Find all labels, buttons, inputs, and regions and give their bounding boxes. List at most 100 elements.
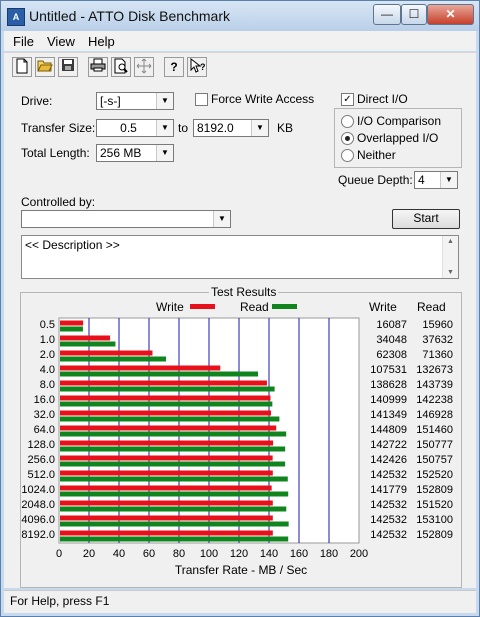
new-icon[interactable] bbox=[12, 57, 32, 77]
maximize-button[interactable]: ☐ bbox=[401, 4, 427, 25]
start-button[interactable]: Start bbox=[392, 209, 460, 229]
y-tick-label: 2048.0 bbox=[21, 498, 55, 511]
chevron-down-icon[interactable]: ▼ bbox=[440, 172, 457, 188]
menu-view[interactable]: View bbox=[47, 34, 75, 49]
status-bar: For Help, press F1 bbox=[4, 590, 476, 613]
io-comparison-radio[interactable] bbox=[341, 115, 354, 128]
chevron-down-icon[interactable]: ▼ bbox=[213, 211, 230, 227]
queue-depth-select[interactable]: 4 ▼ bbox=[414, 171, 458, 189]
chevron-down-icon[interactable]: ▼ bbox=[251, 120, 268, 136]
print-icon[interactable] bbox=[88, 57, 108, 77]
y-tick-label: 0.5 bbox=[39, 318, 55, 331]
scroll-up-icon[interactable]: ▲ bbox=[443, 238, 458, 245]
minimize-button[interactable]: — bbox=[373, 4, 401, 25]
open-icon[interactable] bbox=[35, 57, 55, 77]
read-bar bbox=[60, 491, 289, 497]
client-area: Drive: [-s-] ▼ Force Write Access ✓ Dire… bbox=[4, 82, 476, 588]
read-value: 152520 bbox=[416, 468, 453, 481]
controlled-by-label: Controlled by: bbox=[21, 195, 96, 209]
write-value: 142532 bbox=[370, 513, 407, 526]
transfer-size-from-select[interactable]: 0.5 ▼ bbox=[96, 119, 174, 137]
write-bar bbox=[60, 455, 273, 461]
read-value: 143739 bbox=[416, 378, 453, 391]
save-icon[interactable] bbox=[58, 57, 78, 77]
y-tick-label: 8.0 bbox=[39, 378, 55, 391]
direct-io-checkbox[interactable]: ✓ bbox=[341, 93, 354, 106]
total-length-label: Total Length: bbox=[21, 146, 90, 160]
force-write-access-checkbox[interactable] bbox=[195, 93, 208, 106]
window-title: Untitled - ATTO Disk Benchmark bbox=[29, 8, 230, 24]
queue-depth-label: Queue Depth: bbox=[338, 173, 413, 187]
read-value: 151460 bbox=[416, 423, 453, 436]
help-icon[interactable]: ? bbox=[164, 57, 184, 77]
write-value: 144809 bbox=[370, 423, 407, 436]
scroll-down-icon[interactable]: ▼ bbox=[443, 269, 458, 276]
total-length-select[interactable]: 256 MB ▼ bbox=[96, 144, 174, 162]
controlled-by-select[interactable]: ▼ bbox=[21, 210, 231, 228]
write-bar bbox=[60, 530, 273, 536]
total-length-value: 256 MB bbox=[100, 146, 142, 160]
write-bar bbox=[60, 470, 273, 476]
x-tick-label: 120 bbox=[229, 548, 249, 560]
write-value: 16087 bbox=[376, 318, 407, 331]
read-bar bbox=[60, 356, 167, 362]
transfer-size-to-select[interactable]: 8192.0 ▼ bbox=[193, 119, 269, 137]
direct-io-label: Direct I/O bbox=[357, 92, 408, 106]
to-label: to bbox=[178, 121, 189, 135]
queue-depth-value: 4 bbox=[418, 173, 425, 187]
write-value: 34048 bbox=[376, 333, 407, 346]
description-box[interactable]: << Description >> ▲ ▼ bbox=[21, 235, 459, 279]
write-bar bbox=[60, 440, 274, 446]
context-help-icon[interactable]: ? bbox=[187, 57, 207, 77]
write-value: 141349 bbox=[370, 408, 407, 421]
write-bar bbox=[60, 485, 272, 491]
write-value: 142532 bbox=[370, 468, 407, 481]
write-value: 142426 bbox=[370, 453, 407, 466]
close-button[interactable]: ✕ bbox=[427, 4, 474, 25]
toolbar: ? ? bbox=[4, 52, 476, 83]
y-tick-label: 1.0 bbox=[39, 333, 55, 346]
read-value: 37632 bbox=[422, 333, 453, 346]
read-bar bbox=[60, 386, 275, 392]
write-bar bbox=[60, 515, 273, 521]
write-bar bbox=[60, 410, 272, 416]
menu-file[interactable]: File bbox=[13, 34, 34, 49]
write-value: 107531 bbox=[370, 363, 407, 376]
x-tick-label: 180 bbox=[319, 548, 339, 560]
write-value: 142532 bbox=[370, 498, 407, 511]
print-preview-icon[interactable] bbox=[111, 57, 131, 77]
overlapped-io-radio[interactable] bbox=[341, 132, 354, 145]
read-value: 152809 bbox=[416, 483, 453, 496]
read-bar bbox=[60, 371, 259, 377]
y-tick-label: 64.0 bbox=[33, 423, 55, 436]
y-tick-label: 512.0 bbox=[27, 468, 55, 481]
neither-radio[interactable] bbox=[341, 149, 354, 162]
move-icon[interactable] bbox=[134, 57, 154, 77]
write-bar bbox=[60, 425, 277, 431]
read-value: 71360 bbox=[422, 348, 453, 361]
read-bar bbox=[60, 341, 116, 347]
menu-help[interactable]: Help bbox=[88, 34, 115, 49]
drive-select[interactable]: [-s-] ▼ bbox=[96, 92, 174, 110]
write-bar bbox=[60, 380, 267, 386]
test-results-group: Test Results Write Read Write Read 0.5 1.… bbox=[20, 285, 462, 588]
read-value: 152809 bbox=[416, 528, 453, 541]
read-bar bbox=[60, 416, 280, 422]
force-write-access-label: Force Write Access bbox=[211, 92, 315, 106]
write-bar bbox=[60, 395, 271, 401]
description-text: << Description >> bbox=[25, 238, 120, 252]
write-value: 142532 bbox=[370, 528, 407, 541]
chevron-down-icon[interactable]: ▼ bbox=[156, 145, 173, 161]
chevron-down-icon[interactable]: ▼ bbox=[156, 93, 173, 109]
chevron-down-icon[interactable]: ▼ bbox=[156, 120, 173, 136]
app-window: A Untitled - ATTO Disk Benchmark — ☐ ✕ F… bbox=[0, 0, 480, 617]
description-scrollbar[interactable]: ▲ ▼ bbox=[442, 236, 458, 278]
drive-value: [-s-] bbox=[100, 94, 121, 108]
write-bar bbox=[60, 350, 153, 356]
x-axis-title: Transfer Rate - MB / Sec bbox=[174, 563, 308, 577]
y-tick-label: 4096.0 bbox=[21, 513, 55, 526]
title-bar[interactable]: A Untitled - ATTO Disk Benchmark — ☐ ✕ bbox=[1, 1, 479, 31]
transfer-size-label: Transfer Size: bbox=[21, 121, 96, 135]
y-tick-label: 2.0 bbox=[39, 348, 55, 361]
y-tick-label: 128.0 bbox=[27, 438, 55, 451]
